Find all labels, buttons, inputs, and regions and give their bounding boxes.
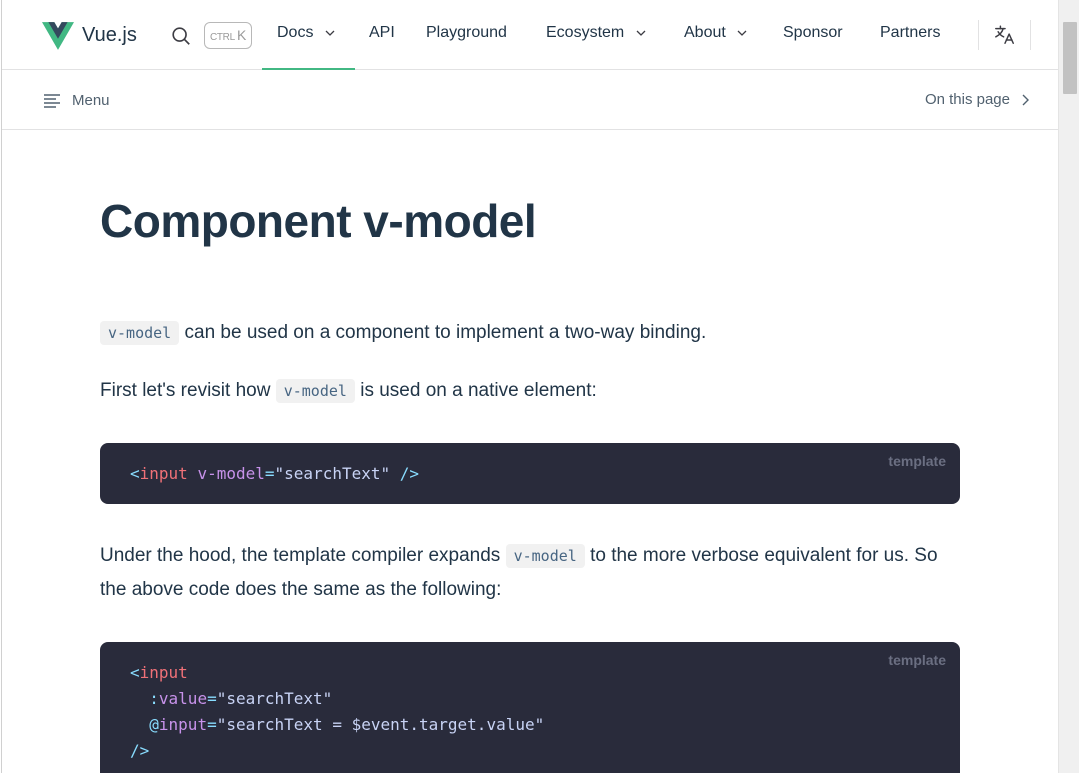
nav-divider: [978, 20, 979, 50]
code-language-label: template: [888, 652, 946, 668]
menu-icon: [44, 94, 60, 108]
nav-api[interactable]: API: [369, 24, 395, 42]
on-this-page-label: On this page: [924, 91, 1010, 108]
code-content: <input :value="searchText" @input="searc…: [130, 663, 545, 760]
paragraph-intro: v-model can be used on a component to im…: [100, 316, 960, 350]
paragraph-text: is used on a native element:: [354, 380, 597, 401]
paragraph-text: Under the hood, the template compiler ex…: [100, 545, 506, 566]
nav-playground[interactable]: Playground: [426, 24, 507, 42]
code-content: <input v-model="searchText" />: [130, 464, 420, 483]
brand-name[interactable]: Vue.js: [82, 24, 137, 47]
kbd-k: K: [236, 27, 247, 43]
scrollbar-thumb[interactable]: [1063, 22, 1077, 94]
nav-about-label: About: [684, 24, 726, 41]
inline-code: v-model: [275, 379, 355, 403]
chevron-down-icon: [636, 30, 646, 36]
nav-divider: [1030, 20, 1031, 50]
nav-partners[interactable]: Partners: [880, 24, 940, 42]
paragraph-revisit: First let's revisit how v-model is used …: [100, 374, 960, 408]
nav-api-label: API: [369, 24, 395, 41]
inline-code: v-model: [100, 321, 180, 345]
vertical-scrollbar[interactable]: [1058, 0, 1079, 773]
nav-about[interactable]: About: [684, 24, 748, 42]
nav-sponsor[interactable]: Sponsor: [783, 24, 843, 42]
nav-docs-label: Docs: [277, 24, 314, 41]
paragraph-text: First let's revisit how: [100, 380, 276, 401]
page-title: Component v-model: [100, 195, 537, 247]
kbd-ctrl: CTRL: [209, 32, 235, 43]
menu-label: Menu: [72, 91, 110, 109]
nav-partners-label: Partners: [880, 24, 941, 41]
menu-button[interactable]: Menu: [42, 90, 110, 110]
nav-ecosystem[interactable]: Ecosystem: [546, 24, 647, 42]
search-shortcut-hint[interactable]: CTRL K: [204, 22, 252, 49]
paragraph-under-the-hood: Under the hood, the template compiler ex…: [100, 539, 960, 607]
vue-logo-icon[interactable]: [42, 22, 74, 50]
nav-ecosystem-label: Ecosystem: [546, 24, 625, 41]
paragraph-text: can be used on a component to implement …: [179, 322, 707, 343]
translate-icon[interactable]: [994, 24, 1016, 46]
on-this-page-button[interactable]: On this page: [925, 91, 1032, 108]
code-block-2[interactable]: template <input :value="searchText" @inp…: [100, 642, 960, 773]
chevron-right-icon: [1022, 94, 1029, 105]
nav-playground-label: Playground: [426, 24, 507, 41]
inline-code: v-model: [505, 544, 585, 568]
nav-docs[interactable]: Docs: [277, 24, 336, 42]
chevron-down-icon: [325, 30, 335, 36]
top-navbar: Vue.js CTRL K Docs API Playground Ecosys…: [2, 0, 1058, 70]
local-nav: Menu On this page: [2, 70, 1058, 130]
code-language-label: template: [888, 453, 946, 469]
chevron-down-icon: [737, 30, 747, 36]
nav-sponsor-label: Sponsor: [783, 24, 843, 41]
code-block-1[interactable]: template <input v-model="searchText" />: [100, 443, 960, 504]
search-icon[interactable]: [170, 25, 192, 47]
